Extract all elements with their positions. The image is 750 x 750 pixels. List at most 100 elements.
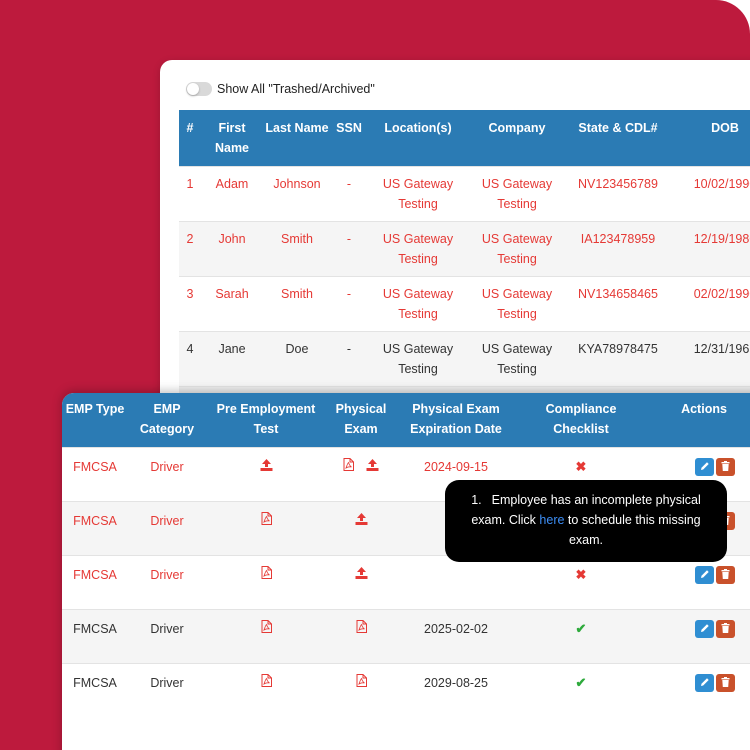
upload-icon[interactable] [355,511,368,531]
pdf-icon[interactable] [261,673,272,693]
tooltip-list-number: 1. [471,493,482,507]
col-header-last-name[interactable]: Last Name [263,110,331,166]
emp-category: Driver [128,446,206,501]
employee-table: # First Name Last Name SSN Location(s) C… [179,110,750,416]
employee-location: US Gateway Testing [367,275,469,331]
employee-ssn: - [331,330,367,386]
upload-icon[interactable] [260,457,273,477]
trash-icon [721,673,730,693]
emp-type: FMCSA [62,446,128,501]
employee-number: 2 [179,220,201,276]
col-header-number[interactable]: # [179,110,201,166]
pdf-icon[interactable] [261,511,272,531]
pdf-icon[interactable] [343,457,354,477]
col-header-physical-exam[interactable]: Physical Exam [326,393,396,447]
employee-dob: 10/02/1990 [671,165,750,221]
employee-first-name: Jane [201,330,263,386]
pdf-icon[interactable] [261,565,272,585]
employee-number: 4 [179,330,201,386]
pdf-icon[interactable] [261,619,272,639]
physical-exam-cell [326,554,396,609]
col-header-emp-category[interactable]: EMP Category [128,393,206,447]
delete-button[interactable] [716,566,735,585]
upload-icon[interactable] [366,457,379,477]
compliance-row[interactable]: FMCSA Driver 2029-08-25 ✔ [62,662,750,717]
edit-button[interactable] [695,619,714,639]
cross-icon: ✖ [575,459,587,475]
show-archived-label: Show All "Trashed/Archived" [217,82,375,96]
edit-button[interactable] [695,457,714,477]
employee-last-name: Smith [263,220,331,276]
compliance-panel: EMP Type EMP Category Pre Employment Tes… [62,393,750,750]
employee-location: US Gateway Testing [367,220,469,276]
pdf-icon[interactable] [356,673,367,693]
compliance-checklist-cell: ✔ [516,608,646,663]
delete-button[interactable] [716,620,735,639]
pre-employment-test-cell [206,500,326,555]
edit-button[interactable] [695,674,714,693]
emp-type: FMCSA [62,554,128,609]
col-header-pre-employment-test[interactable]: Pre Employment Test [206,393,326,447]
employee-ssn: - [331,165,367,221]
show-archived-toggle[interactable] [186,82,212,96]
edit-button[interactable] [695,565,714,585]
employee-company: US Gateway Testing [469,165,565,221]
actions-cell [646,662,750,717]
pdf-icon[interactable] [356,619,367,639]
col-header-locations[interactable]: Location(s) [367,110,469,166]
employee-row[interactable]: 2 John Smith - US Gateway Testing US Gat… [179,220,750,276]
emp-category: Driver [128,608,206,663]
employee-company: US Gateway Testing [469,275,565,331]
incomplete-exam-tooltip: 1. Employee has an incomplete physical ex… [445,480,727,562]
employee-last-name: Smith [263,275,331,331]
pre-employment-test-cell [206,554,326,609]
employee-number: 1 [179,165,201,221]
physical-exam-cell [326,608,396,663]
col-header-physical-exam-expiration[interactable]: Physical Exam Expiration Date [396,393,516,447]
col-header-first-name[interactable]: First Name [201,110,263,166]
compliance-row[interactable]: FMCSADriver ✖ [62,554,750,609]
delete-button[interactable] [716,673,735,693]
actions-cell [646,554,750,609]
physical-exam-expiration [396,554,516,609]
employee-row[interactable]: 3 Sarah Smith - US Gateway Testing US Ga… [179,275,750,331]
emp-category: Driver [128,500,206,555]
pencil-icon [700,565,710,585]
col-header-state-cdl[interactable]: State & CDL# [565,110,671,166]
employee-row[interactable]: 4 Jane Doe - US Gateway Testing US Gatew… [179,330,750,386]
emp-type: FMCSA [62,608,128,663]
employee-company: US Gateway Testing [469,330,565,386]
employee-row[interactable]: 1 Adam Johnson - US Gateway Testing US G… [179,165,750,221]
employee-dob: 12/31/1969 [671,330,750,386]
tooltip-text-after: to schedule this missing exam. [564,513,701,547]
toggle-knob [187,83,199,95]
employee-first-name: John [201,220,263,276]
pre-employment-test-cell [206,608,326,663]
col-header-emp-type[interactable]: EMP Type [62,393,128,447]
col-header-ssn[interactable]: SSN [331,110,367,166]
cross-icon: ✖ [575,567,587,583]
delete-button[interactable] [716,458,735,477]
col-header-company[interactable]: Company [469,110,565,166]
physical-exam-cell [326,446,396,501]
emp-category: Driver [128,662,206,717]
compliance-checklist-cell: ✖ [516,554,646,609]
compliance-row[interactable]: FMCSA Driver 2025-02-02 ✔ [62,608,750,663]
employee-first-name: Sarah [201,275,263,331]
employee-cdl: KYA78978475 [565,330,671,386]
physical-exam-expiration: 2029-08-25 [396,662,516,717]
employee-location: US Gateway Testing [367,165,469,221]
employee-cdl: NV134658465 [565,275,671,331]
physical-exam-expiration: 2025-02-02 [396,608,516,663]
pencil-icon [700,619,710,639]
pencil-icon [700,457,710,477]
physical-exam-cell [326,662,396,717]
compliance-checklist-cell: ✔ [516,662,646,717]
upload-icon[interactable] [355,565,368,585]
check-icon: ✔ [575,675,587,691]
employee-cdl: NV123456789 [565,165,671,221]
show-archived-toggle-row[interactable]: Show All "Trashed/Archived" [186,82,375,96]
col-header-compliance-checklist[interactable]: Compliance Checklist [516,393,646,447]
schedule-exam-link[interactable]: here [539,513,564,527]
col-header-dob[interactable]: DOB [671,110,750,166]
